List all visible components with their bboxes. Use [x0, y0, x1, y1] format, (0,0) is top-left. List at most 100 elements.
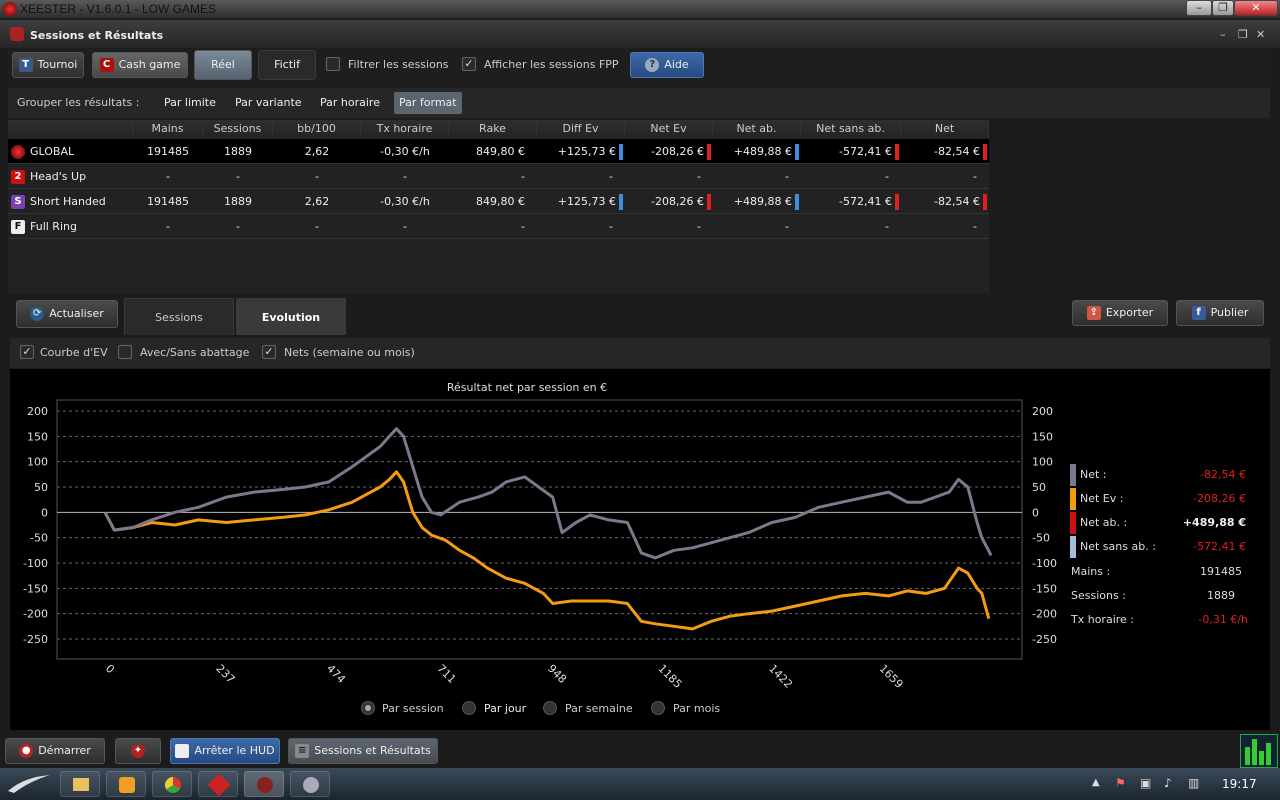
table-cell-tx-horaire: -: [403, 220, 407, 233]
arreter-hud-button[interactable]: Arrêter le HUD: [170, 738, 280, 764]
grid: [57, 410, 1022, 640]
table-cell-bb-100: 2,62: [304, 145, 330, 158]
maximize-icon[interactable]: ❐: [1212, 0, 1234, 16]
header-net-ab[interactable]: Net ab.: [713, 120, 801, 138]
actualiser-button[interactable]: ⟳ Actualiser: [16, 300, 118, 328]
y-tick-label: 200: [27, 405, 48, 418]
header-diff-ev[interactable]: Diff Ev: [537, 120, 625, 138]
demarrer-button[interactable]: ● Démarrer: [5, 738, 105, 764]
group-par-variante[interactable]: Par variante: [230, 92, 307, 114]
results-table: Mains Sessions bb/100 Tx horaire Rake Di…: [8, 120, 989, 294]
x-axis: 0 237 474 711 948 1185 1422 1659: [103, 662, 906, 691]
sub-restore-icon[interactable]: ❐: [1238, 28, 1248, 41]
group-par-limite[interactable]: Par limite: [159, 92, 221, 114]
table-row[interactable]: F Full Ring - - - - - - - - - -: [8, 214, 989, 239]
table-row[interactable]: GLOBAL 191485 1889 2,62 -0,30 €/h 849,80 € +12…: [8, 139, 989, 164]
table-row[interactable]: S Short Handed 191485 1889 2,62 -0,30 €/h 849,…: [8, 189, 989, 214]
courbe-ev-label: Courbe d'EV: [40, 346, 108, 359]
courbe-ev-checkbox[interactable]: ✓: [20, 345, 34, 359]
header-tx-horaire[interactable]: Tx horaire: [361, 120, 449, 138]
minimize-icon[interactable]: –: [1186, 0, 1212, 16]
table-cell-tx-horaire: -0,30 €/h: [380, 145, 430, 158]
start-logo-icon[interactable]: [4, 771, 54, 797]
stop-icon: [175, 744, 190, 758]
arreter-label: Arrêter le HUD: [194, 744, 275, 757]
radio-par-session[interactable]: [361, 701, 375, 715]
tray-network-icon[interactable]: ▥: [1188, 776, 1199, 790]
tray-device-icon[interactable]: ▣: [1140, 776, 1151, 790]
aide-label: Aide: [664, 58, 689, 71]
refresh-icon: ⟳: [30, 307, 45, 321]
avec-sans-checkbox[interactable]: [118, 345, 132, 359]
x-tick-label: 237: [213, 662, 237, 686]
value-bar: [619, 194, 623, 210]
cash-game-button[interactable]: C Cash game: [92, 52, 188, 78]
header-mains[interactable]: Mains: [133, 120, 203, 138]
y-tick-label: 100: [27, 456, 48, 469]
y-tick-label: -100: [23, 557, 48, 570]
y-tick-label: -50: [30, 532, 48, 545]
aide-button[interactable]: ? Aide: [630, 52, 704, 78]
xeester-taskbar-icon[interactable]: [244, 771, 284, 797]
tournoi-button[interactable]: T Tournoi: [12, 52, 84, 78]
tray-volume-icon[interactable]: ♪: [1164, 776, 1172, 790]
table-row[interactable]: 2 Head's Up - - - - - - - - - -: [8, 164, 989, 189]
filtrer-checkbox[interactable]: [326, 57, 340, 71]
table-cell-diff-ev: +125,73 €: [537, 139, 625, 164]
tray-arrow-icon[interactable]: ▲: [1092, 777, 1100, 788]
close-icon[interactable]: ✕: [1234, 0, 1278, 16]
filtrer-label: Filtrer les sessions: [348, 58, 449, 71]
toolbar: T Tournoi C Cash game Réel Fictif Filtrer …: [8, 48, 1270, 82]
nets-checkbox[interactable]: ✓: [262, 345, 276, 359]
poker-client-icon[interactable]: [198, 771, 238, 797]
export-icon: ⇪: [1086, 306, 1101, 320]
table-cell-rake: -: [521, 220, 525, 233]
sessions-resultats-button[interactable]: ≡ Sessions et Résultats: [288, 738, 438, 764]
game-icon[interactable]: [290, 771, 330, 797]
legend-netev-label: Net Ev :: [1080, 492, 1124, 505]
tab-sessions[interactable]: Sessions: [124, 298, 234, 335]
header-rake[interactable]: Rake: [449, 120, 537, 138]
table-cell-diff-ev: +125,73 €: [537, 189, 625, 214]
activity-meter-icon: [1240, 734, 1278, 768]
explorer-icon[interactable]: [60, 771, 100, 797]
help-icon: ?: [645, 58, 660, 72]
media-player-icon[interactable]: [106, 771, 146, 797]
table-cell-net: -: [973, 170, 977, 183]
radio-par-semaine[interactable]: [543, 701, 557, 715]
clock[interactable]: 19:17: [1222, 777, 1257, 791]
sub-minimize-icon[interactable]: –: [1220, 28, 1226, 41]
value-bar: [983, 194, 987, 210]
header-net-sans-ab[interactable]: Net sans ab.: [801, 120, 901, 138]
group-par-horaire[interactable]: Par horaire: [315, 92, 385, 114]
table-cell-rake: -: [521, 170, 525, 183]
netab-swatch: [1070, 512, 1076, 534]
publier-button[interactable]: f Publier: [1176, 300, 1264, 326]
header-net[interactable]: Net: [901, 120, 989, 138]
y-tick-label: 50: [34, 481, 48, 494]
radio-par-jour[interactable]: [462, 701, 476, 715]
group-par-format[interactable]: Par format: [394, 92, 462, 114]
afficher-fpp-checkbox[interactable]: ✓: [462, 57, 476, 71]
table-cell-tx-horaire: -0,30 €/h: [380, 195, 430, 208]
table-cell-tx-horaire: -: [403, 170, 407, 183]
tab-evolution[interactable]: Evolution: [236, 298, 346, 335]
table-cell-net-sans-ab-: -: [885, 220, 889, 233]
header-bb100[interactable]: bb/100: [273, 120, 361, 138]
reel-button[interactable]: Réel: [194, 50, 252, 80]
header-name: [8, 120, 133, 138]
exporter-button[interactable]: ⇪ Exporter: [1072, 300, 1168, 326]
header-sessions[interactable]: Sessions: [203, 120, 273, 138]
chrome-icon[interactable]: [152, 771, 192, 797]
demarrer-label: Démarrer: [38, 744, 91, 757]
sub-close-icon[interactable]: ✕: [1256, 28, 1265, 41]
header-net-ev[interactable]: Net Ev: [625, 120, 713, 138]
table-empty-area: [989, 120, 1270, 294]
fictif-button[interactable]: Fictif: [258, 50, 316, 80]
legend-mains-label: Mains :: [1071, 565, 1111, 578]
table-cell-net-ev: -: [697, 220, 701, 233]
radio-par-mois[interactable]: [651, 701, 665, 715]
tab-bar: ⟳ Actualiser Sessions Evolution ⇪ Exporter…: [8, 296, 1270, 336]
tray-flag-icon[interactable]: ⚑: [1115, 776, 1126, 790]
app-menu-button[interactable]: ✦: [115, 738, 161, 764]
